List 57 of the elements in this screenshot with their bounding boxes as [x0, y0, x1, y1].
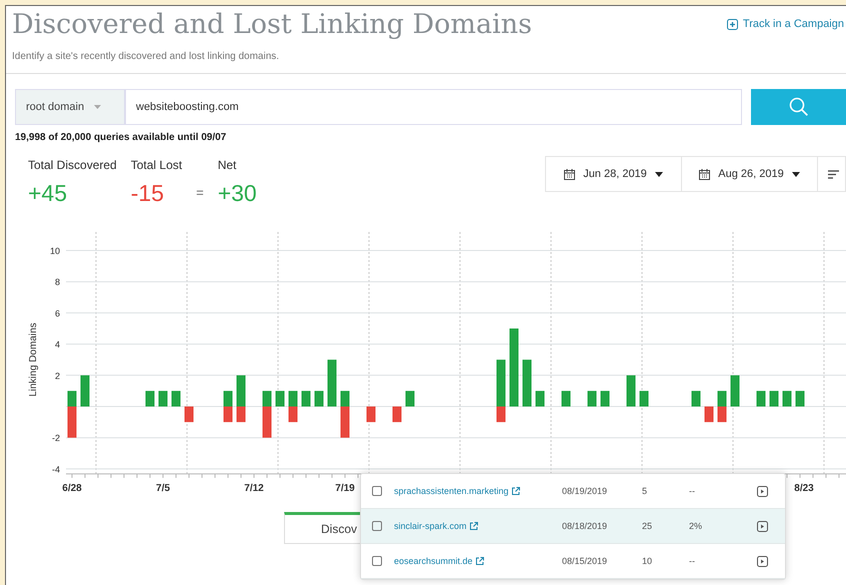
page-title: Discovered and Lost Linking Domains: [12, 8, 532, 42]
tick-label: 7/12: [244, 482, 264, 492]
calendar-icon: [699, 168, 710, 180]
scope-dropdown[interactable]: root domain: [15, 89, 125, 125]
external-link-icon: [512, 487, 520, 495]
domain-link[interactable]: sinclair-spark.com: [394, 521, 467, 531]
domain-link[interactable]: sprachassistenten.marketing: [394, 486, 509, 496]
tick-label: 2: [54, 370, 60, 381]
count-cell-text: 10: [642, 556, 654, 566]
domain-link[interactable]: eosearchsummit.de: [394, 556, 473, 566]
date-cell-text: 08/18/2019: [562, 521, 608, 531]
search-icon: [788, 97, 808, 117]
share-cell-text: 2%: [689, 521, 704, 531]
tick-label: 7/5: [156, 482, 170, 492]
checkbox[interactable]: [372, 486, 382, 496]
metric-value: +30: [218, 180, 257, 206]
sort-icon[interactable]: [828, 170, 839, 178]
equals-sign: =: [196, 185, 204, 200]
metric-value: +45: [28, 180, 68, 206]
expand-icon[interactable]: [757, 556, 768, 566]
tick-label: 4: [54, 340, 60, 350]
metric-label: Total Discovered: [28, 158, 117, 172]
tick-label: -2: [52, 433, 60, 444]
count-cell-text: 25: [642, 521, 654, 531]
search-field[interactable]: websiteboosting.com: [125, 89, 742, 125]
tick-label: 7/19: [335, 482, 355, 492]
checkbox[interactable]: [372, 556, 382, 566]
external-link-icon: [476, 557, 484, 565]
tick-label: 6/28: [62, 482, 82, 492]
tick-label: 8: [54, 277, 60, 288]
share-cell-text: --: [689, 486, 696, 496]
date-cell-text: 08/15/2019: [562, 556, 608, 566]
expand-icon[interactable]: [757, 520, 768, 532]
expand-icon[interactable]: [757, 486, 768, 496]
metric-label: Total Lost: [130, 158, 182, 172]
share-cell-text: --: [689, 556, 696, 566]
tick-label: 8/23: [794, 482, 814, 492]
calendar-icon: [564, 168, 576, 180]
table-row[interactable]: sinclair-spark.com 08/18/2019 25 2%: [361, 509, 785, 544]
tick-label: 6: [54, 308, 60, 318]
tick-label: -4: [52, 464, 60, 474]
table-row[interactable]: eosearchsummit.de 08/15/2019 10 --: [361, 544, 785, 579]
caret-icon: [654, 172, 663, 176]
plus-icon: [726, 18, 738, 30]
axis-title: Linking Domains: [28, 322, 39, 397]
track-link[interactable]: Track in a Campaign: [726, 18, 846, 30]
caret-icon: [94, 105, 102, 109]
metric-label: Net: [218, 158, 238, 172]
external-link-icon: [470, 522, 478, 530]
date-cell-text: 08/19/2019: [562, 486, 608, 496]
subtitle: Identify a site's recently discovered and lost linking domains.: [11, 50, 280, 64]
count-cell-text: 5: [642, 486, 648, 496]
caret-icon: [792, 172, 800, 176]
tick-label: 10: [50, 246, 60, 256]
metric-value: -15: [130, 180, 165, 206]
quota-text: 19,998 of 20,000 queries available until 09/07: [15, 132, 228, 143]
checkbox[interactable]: [372, 521, 382, 531]
